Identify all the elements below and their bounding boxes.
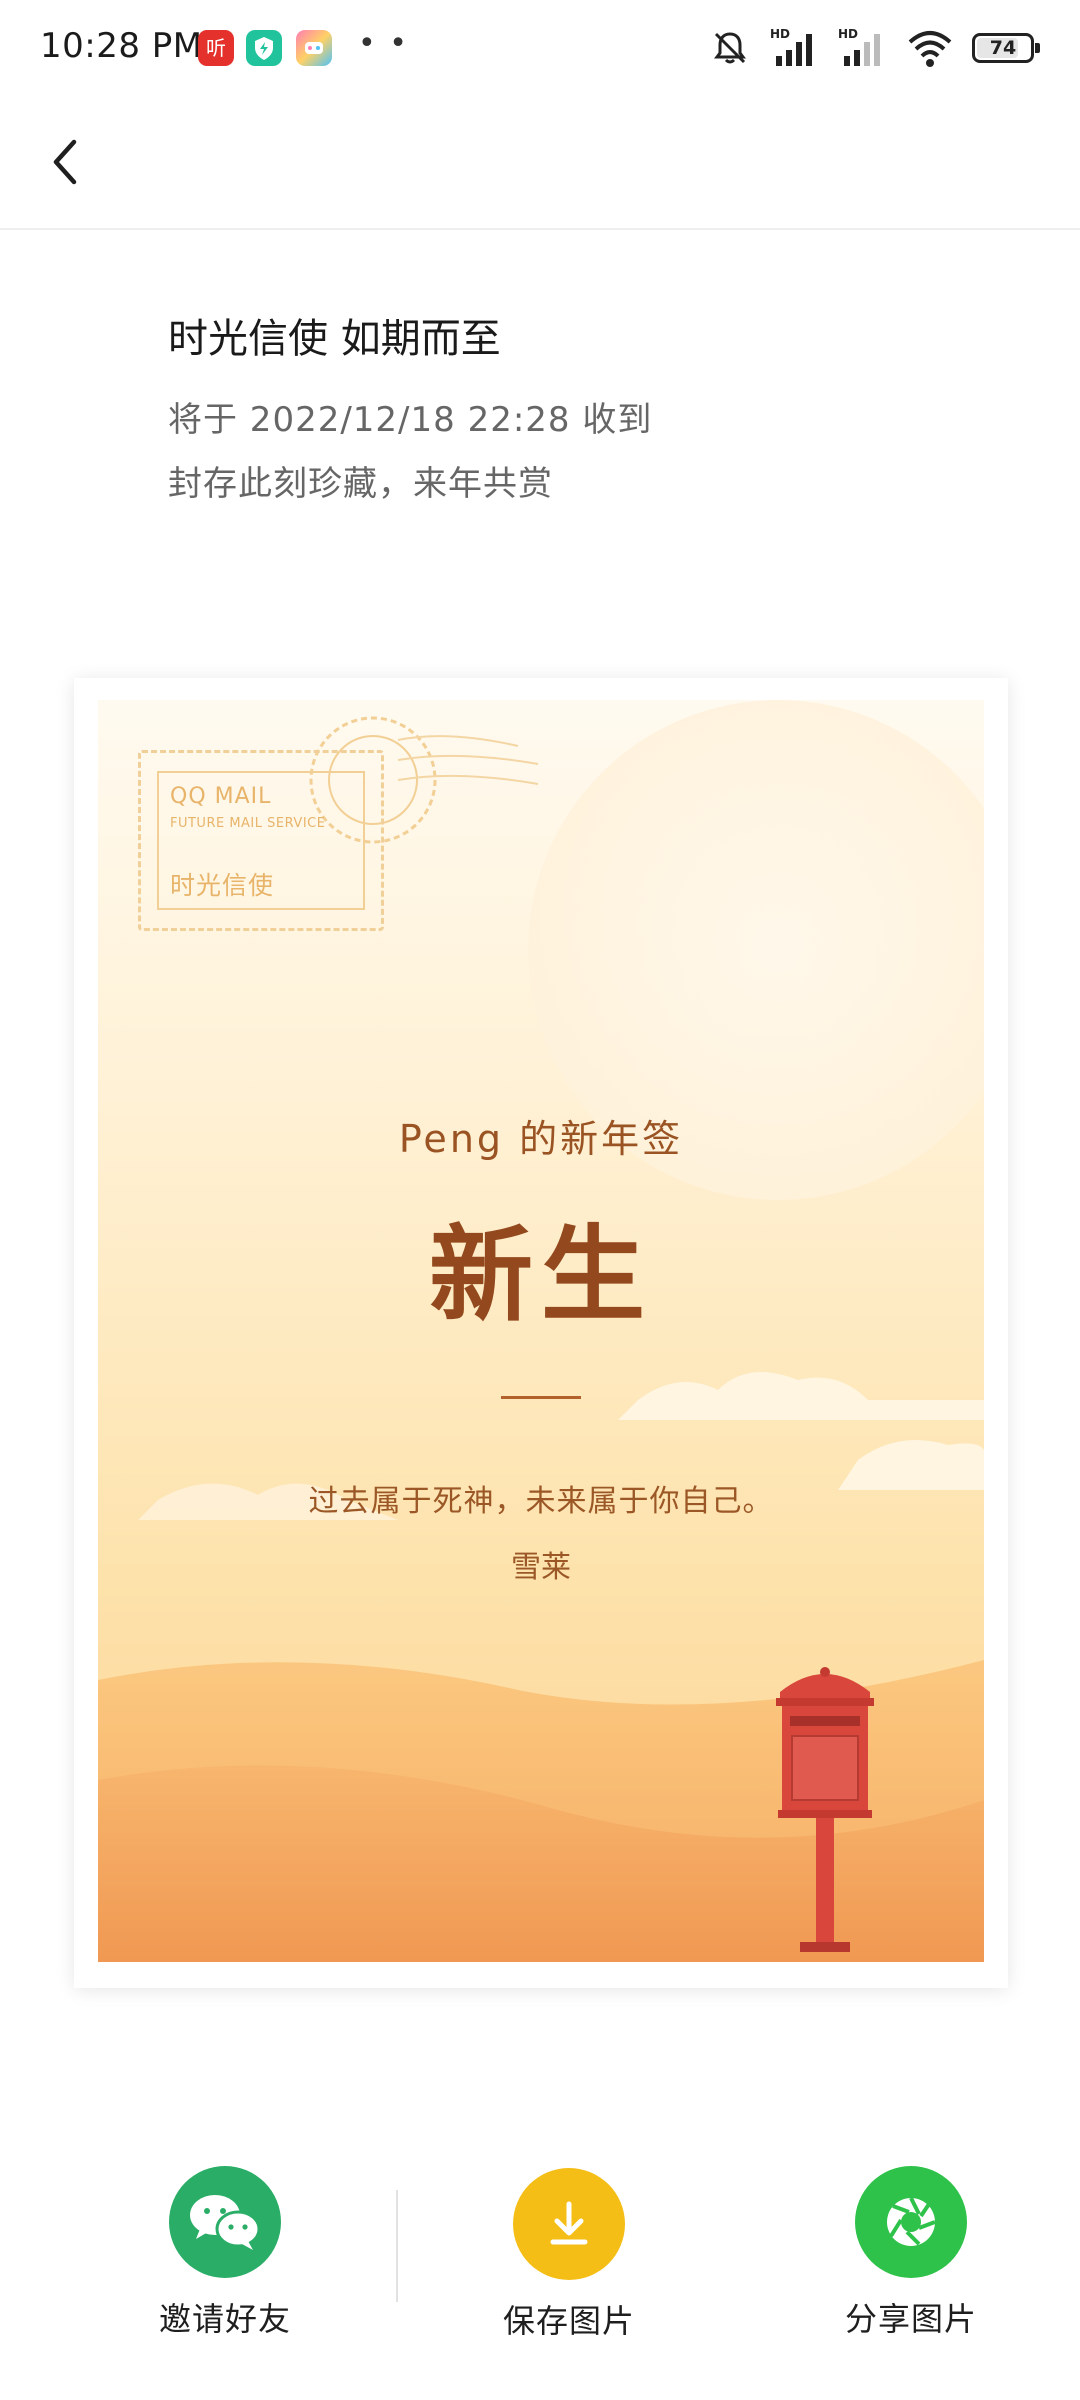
wifi-icon: [908, 31, 952, 67]
action-divider: [396, 2190, 398, 2302]
more-notifications-icon: • •: [358, 26, 409, 61]
download-icon: [513, 2168, 625, 2280]
teal-shield-app-icon: [246, 30, 282, 66]
mailbox-illustration: [776, 1667, 874, 1952]
aperture-icon: [855, 2166, 967, 2278]
tagline-text: 封存此刻珍藏，来年共赏: [168, 464, 553, 504]
stamp-tagline: FUTURE MAIL SERVICE: [170, 816, 326, 831]
new-year-postcard: QQ MAIL FUTURE MAIL SERVICE 时光信使 Peng 的新…: [98, 700, 984, 1962]
card-keyword: 新生: [428, 1213, 653, 1336]
hd-signal-icon: HD: [838, 27, 880, 66]
delivery-time-text: 将于 2022/12/18 22:28 收到: [168, 400, 653, 440]
battery-level: 74: [989, 37, 1017, 59]
card-quote: 过去属于死神，未来属于你自己。: [308, 1484, 774, 1519]
invite-friend-button[interactable]: 邀请好友: [140, 2166, 310, 2340]
card-divider: [501, 1396, 581, 1399]
top-nav-bar: [0, 96, 1080, 230]
share-image-label: 分享图片: [844, 2300, 977, 2338]
colorful-game-app-icon: [296, 30, 332, 66]
qq-mail-stamp: [138, 750, 384, 931]
status-time: 10:28 PM: [40, 26, 203, 66]
back-chevron-icon[interactable]: [40, 132, 96, 192]
status-bar: 10:28 PM 听 • • HD HD 74: [0, 0, 1080, 96]
red-ting-app-icon: 听: [198, 30, 234, 66]
share-image-button[interactable]: 分享图片: [826, 2166, 996, 2340]
page-title: 时光信使 如期而至: [168, 316, 501, 362]
stamp-brand: QQ MAIL: [170, 784, 272, 809]
battery-icon: 74: [972, 33, 1040, 63]
card-heading: Peng 的新年签: [398, 1117, 684, 1161]
hd-signal-icon: HD: [770, 27, 812, 66]
card-author: 雪莱: [511, 1550, 571, 1585]
status-indicators: HD HD 74: [708, 26, 1040, 70]
mute-icon: [714, 32, 746, 64]
stamp-name: 时光信使: [170, 871, 275, 900]
save-image-label: 保存图片: [502, 2302, 635, 2340]
svg-text:HD: HD: [770, 27, 790, 41]
save-image-button[interactable]: 保存图片: [484, 2168, 654, 2342]
invite-friend-label: 邀请好友: [158, 2300, 291, 2338]
wechat-icon: [169, 2166, 281, 2278]
svg-text:HD: HD: [838, 27, 858, 41]
